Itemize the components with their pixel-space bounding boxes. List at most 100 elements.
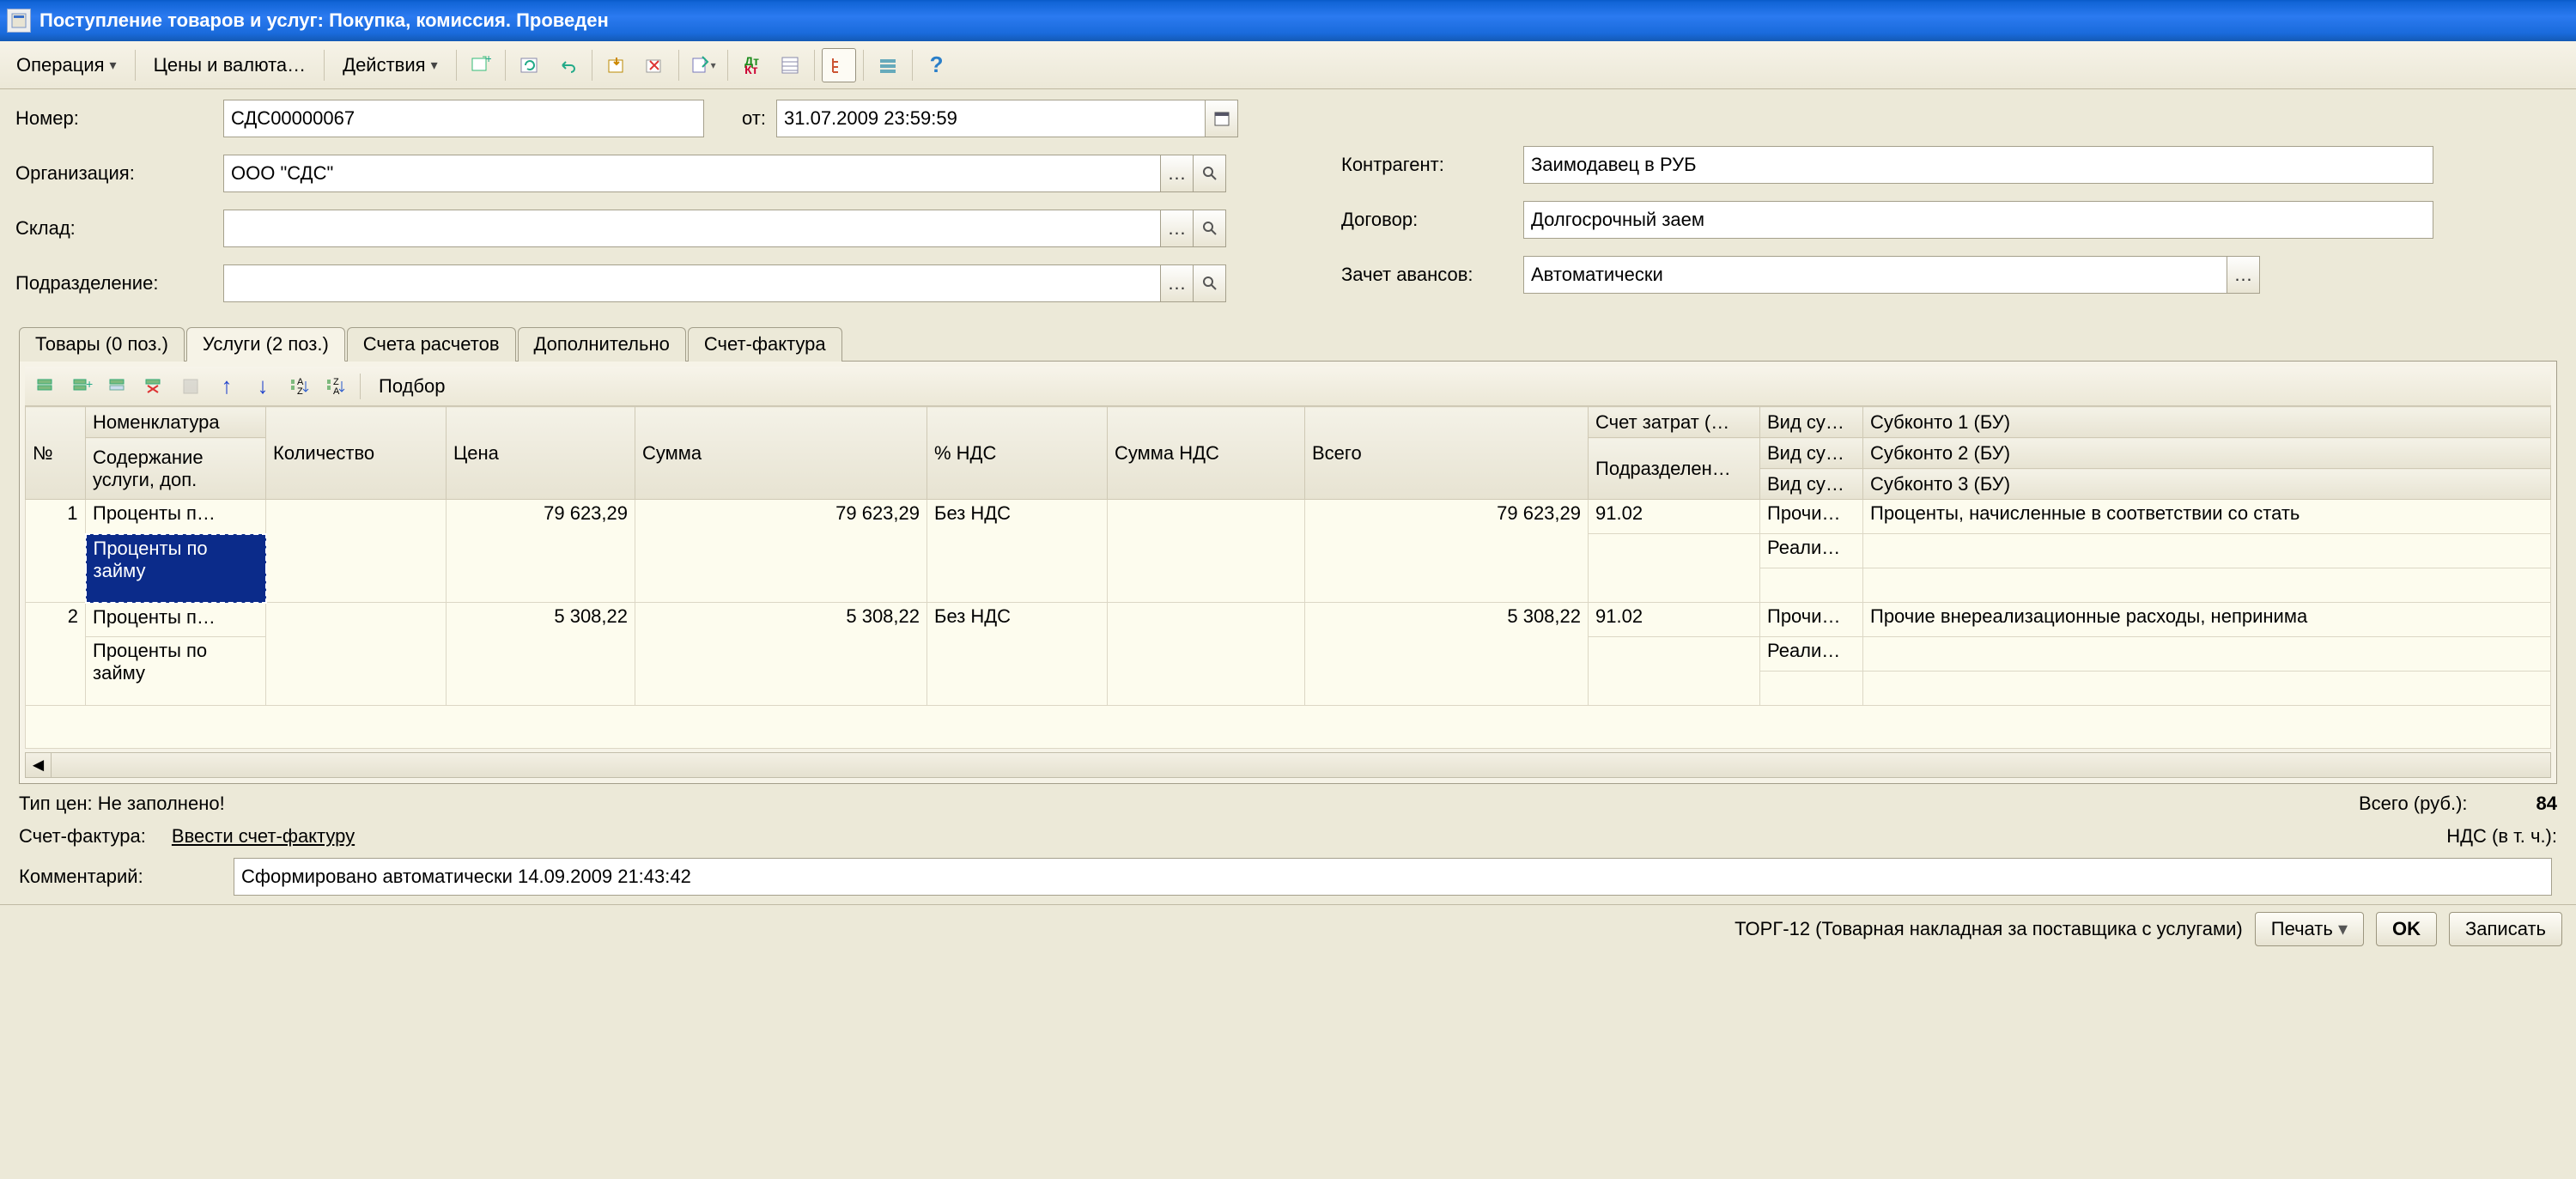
select-warehouse-button[interactable]: …: [1161, 210, 1194, 247]
input-number[interactable]: [223, 100, 704, 137]
input-subdivision[interactable]: [223, 264, 1161, 302]
cell-nomenclature[interactable]: Проценты п…: [86, 500, 266, 534]
col-n[interactable]: №: [26, 407, 86, 500]
table-row[interactable]: 1 Проценты п… 79 623,29 79 623,29 Без НД…: [26, 500, 2551, 534]
cell-vat-pct[interactable]: Без НДС: [927, 500, 1108, 603]
input-organization[interactable]: [223, 155, 1161, 192]
cell-vat-sum[interactable]: [1108, 603, 1305, 706]
scroll-left-icon[interactable]: ◄: [26, 753, 52, 777]
col-sub3[interactable]: Субконто 3 (БУ): [1863, 469, 2551, 500]
cell-total[interactable]: 5 308,22: [1305, 603, 1589, 706]
cell-sub1[interactable]: Проценты, начисленные в соответствии со …: [1863, 500, 2551, 534]
col-subdivision[interactable]: Подразделен…: [1589, 438, 1760, 500]
col-kind[interactable]: Вид су…: [1760, 407, 1863, 438]
scroll-track[interactable]: [52, 753, 2550, 777]
add-icon[interactable]: +: [464, 48, 498, 82]
tab-accounts[interactable]: Счета расчетов: [347, 327, 516, 362]
data-entry-icon[interactable]: ▾: [686, 48, 720, 82]
undo-icon[interactable]: [550, 48, 585, 82]
actions-menu[interactable]: Действия▾: [331, 50, 448, 81]
input-contract[interactable]: [1523, 201, 2433, 239]
grid-save-icon[interactable]: [174, 371, 207, 402]
unpost-icon[interactable]: [637, 48, 671, 82]
cell-total[interactable]: 79 623,29: [1305, 500, 1589, 603]
cell-kind1[interactable]: Прочи…: [1760, 603, 1863, 637]
col-total[interactable]: Всего: [1305, 407, 1589, 500]
col-cost-account[interactable]: Счет затрат (…: [1589, 407, 1760, 438]
input-contragent[interactable]: [1523, 146, 2433, 184]
move-up-icon[interactable]: ↑: [210, 371, 243, 402]
horizontal-scrollbar[interactable]: ◄: [25, 752, 2551, 778]
cell-n[interactable]: 1: [26, 500, 86, 603]
tab-additional[interactable]: Дополнительно: [518, 327, 686, 362]
help-icon[interactable]: ?: [920, 48, 954, 82]
services-grid[interactable]: № Номенклатура Количество Цена Сумма % Н…: [25, 406, 2551, 749]
grid-selection-button[interactable]: Подбор: [369, 373, 454, 400]
select-advances-button[interactable]: …: [2227, 256, 2260, 294]
cell-vat-sum[interactable]: [1108, 500, 1305, 603]
cell-sub2[interactable]: [1863, 534, 2551, 568]
refresh-icon[interactable]: [513, 48, 547, 82]
cell-subdivision[interactable]: [1589, 534, 1760, 603]
grid-add-copy-icon[interactable]: +: [66, 371, 99, 402]
select-subdivision-button[interactable]: …: [1161, 264, 1194, 302]
grid-add-icon[interactable]: [30, 371, 63, 402]
enter-invoice-link[interactable]: Ввести счет-фактуру: [172, 825, 355, 848]
grid-edit-icon[interactable]: [102, 371, 135, 402]
input-date[interactable]: [776, 100, 1206, 137]
tree-icon[interactable]: [822, 48, 856, 82]
col-sum[interactable]: Сумма: [635, 407, 927, 500]
col-vat-sum[interactable]: Сумма НДС: [1108, 407, 1305, 500]
table-row[interactable]: 2 Проценты п… 5 308,22 5 308,22 Без НДС …: [26, 603, 2551, 637]
cell-sub2[interactable]: [1863, 637, 2551, 672]
dtkt-icon[interactable]: ДтКт: [735, 48, 769, 82]
cell-sub3[interactable]: [1863, 672, 2551, 706]
move-down-icon[interactable]: ↓: [246, 371, 279, 402]
col-sub2[interactable]: Субконто 2 (БУ): [1863, 438, 2551, 469]
prices-currency-button[interactable]: Цены и валюта…: [143, 50, 318, 81]
cell-kind2[interactable]: Реали…: [1760, 637, 1863, 672]
cell-kind3[interactable]: [1760, 568, 1863, 603]
grid-delete-icon[interactable]: [138, 371, 171, 402]
cell-n[interactable]: 2: [26, 603, 86, 706]
search-warehouse-icon[interactable]: [1194, 210, 1226, 247]
cell-service-content-selected[interactable]: Проценты по займу: [86, 534, 266, 603]
col-kind-3[interactable]: Вид су…: [1760, 469, 1863, 500]
input-comment[interactable]: [234, 858, 2552, 896]
cell-service-content[interactable]: Проценты по займу: [86, 637, 266, 706]
sysmenu-icon[interactable]: [7, 9, 31, 33]
calendar-icon[interactable]: [1206, 100, 1238, 137]
input-advances[interactable]: [1523, 256, 2227, 294]
cell-price[interactable]: 79 623,29: [447, 500, 635, 603]
cell-cost-account[interactable]: 91.02: [1589, 500, 1760, 534]
print-button[interactable]: Печать: [2255, 912, 2364, 946]
sort-asc-icon[interactable]: AZ: [283, 371, 315, 402]
post-icon[interactable]: [599, 48, 634, 82]
cell-kind2[interactable]: Реали…: [1760, 534, 1863, 568]
search-subdivision-icon[interactable]: [1194, 264, 1226, 302]
select-organization-button[interactable]: …: [1161, 155, 1194, 192]
cell-qty[interactable]: [266, 603, 447, 706]
cell-price[interactable]: 5 308,22: [447, 603, 635, 706]
col-sub1[interactable]: Субконто 1 (БУ): [1863, 407, 2551, 438]
cell-cost-account[interactable]: 91.02: [1589, 603, 1760, 637]
cell-subdivision[interactable]: [1589, 637, 1760, 706]
cell-nomenclature[interactable]: Проценты п…: [86, 603, 266, 637]
tab-services[interactable]: Услуги (2 поз.): [186, 327, 345, 362]
search-organization-icon[interactable]: [1194, 155, 1226, 192]
cell-qty[interactable]: [266, 500, 447, 603]
ok-button[interactable]: OK: [2376, 912, 2437, 946]
col-price[interactable]: Цена: [447, 407, 635, 500]
cell-kind1[interactable]: Прочи…: [1760, 500, 1863, 534]
cell-sum[interactable]: 79 623,29: [635, 500, 927, 603]
cell-sub3[interactable]: [1863, 568, 2551, 603]
operation-menu[interactable]: Операция▾: [5, 50, 128, 81]
col-qty[interactable]: Количество: [266, 407, 447, 500]
list-icon[interactable]: [773, 48, 807, 82]
rows-icon[interactable]: [871, 48, 905, 82]
tab-invoice[interactable]: Счет-фактура: [688, 327, 842, 362]
col-nomenclature[interactable]: Номенклатура: [86, 407, 266, 438]
col-service-content[interactable]: Содержание услуги, доп.: [86, 438, 266, 500]
sort-desc-icon[interactable]: ZA: [319, 371, 351, 402]
col-vat-pct[interactable]: % НДС: [927, 407, 1108, 500]
